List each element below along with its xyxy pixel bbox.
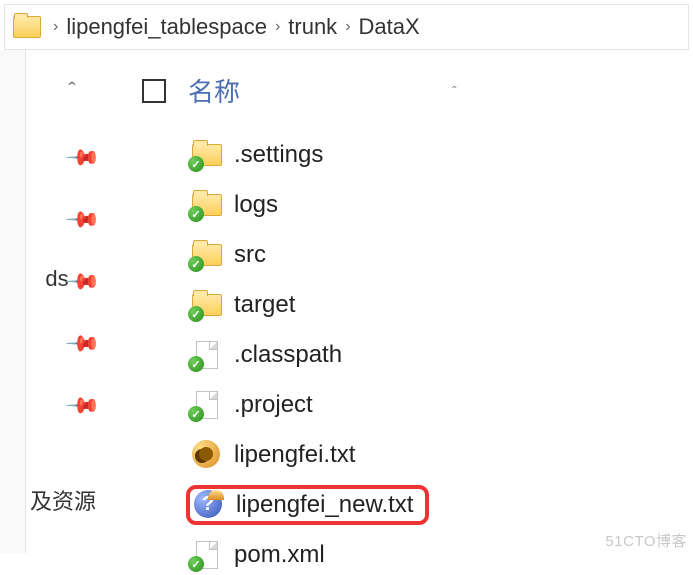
svn-normal-icon — [188, 356, 204, 372]
select-all-checkbox[interactable] — [142, 79, 166, 103]
pin-icon: 📌 — [63, 387, 101, 425]
quick-access-item[interactable]: 📌 — [26, 142, 118, 174]
quick-access-item[interactable]: ds📌 — [26, 266, 118, 298]
sidebar-scrollbar[interactable] — [0, 50, 26, 553]
folder-icon — [192, 292, 222, 318]
list-item[interactable]: .project — [186, 385, 693, 425]
pin-icon: 📌 — [63, 139, 101, 177]
watermark: 51CTO博客 — [605, 530, 687, 551]
svn-unversioned-icon — [194, 492, 224, 518]
svn-normal-icon — [188, 156, 204, 172]
svn-normal-icon — [188, 556, 204, 572]
file-icon — [192, 392, 222, 418]
svn-normal-icon — [188, 206, 204, 222]
svn-modified-icon — [192, 442, 222, 468]
folder-icon — [192, 192, 222, 218]
list-item-highlighted[interactable]: lipengfei_new.txt — [186, 485, 429, 525]
quick-access-label: 及资源 — [30, 484, 96, 516]
folder-icon — [192, 242, 222, 268]
pin-icon: 📌 — [63, 325, 101, 363]
svn-normal-icon — [188, 256, 204, 272]
column-header-row: 名称 ˆ — [142, 72, 693, 109]
file-name: .classpath — [234, 341, 342, 369]
svn-normal-icon — [188, 406, 204, 422]
quick-access-item[interactable]: 📌 — [26, 204, 118, 236]
svn-normal-icon — [188, 306, 204, 322]
file-name: lipengfei.txt — [234, 441, 355, 469]
folder-icon — [192, 142, 222, 168]
file-name: logs — [234, 191, 278, 219]
file-pane: 名称 ˆ .settings logs src target — [118, 50, 693, 553]
file-list: .settings logs src target .classpath .pr — [186, 135, 693, 575]
breadcrumb-item[interactable]: DataX — [359, 14, 420, 40]
chevron-right-icon: › — [345, 18, 350, 36]
list-item[interactable]: .settings — [186, 135, 693, 175]
breadcrumb-item[interactable]: trunk — [288, 14, 337, 40]
file-icon — [192, 542, 222, 568]
breadcrumb[interactable]: › lipengfei_tablespace › trunk › DataX — [4, 4, 689, 50]
pin-icon: 📌 — [63, 201, 101, 239]
list-item[interactable]: lipengfei.txt — [186, 435, 693, 475]
chevron-up-icon[interactable]: ˆ — [68, 78, 75, 104]
layout: ˆ 📌 📌 ds📌 📌 📌 及资源 名称 ˆ .settings logs sr — [0, 50, 693, 553]
list-item[interactable]: logs — [186, 185, 693, 225]
list-item[interactable]: .classpath — [186, 335, 693, 375]
file-name: .settings — [234, 141, 323, 169]
list-item[interactable]: target — [186, 285, 693, 325]
breadcrumb-item[interactable]: lipengfei_tablespace — [66, 14, 267, 40]
file-name: .project — [234, 391, 313, 419]
column-header-name[interactable]: 名称 — [188, 72, 240, 109]
file-name: target — [234, 291, 295, 319]
chevron-right-icon: › — [53, 18, 58, 36]
list-item[interactable]: src — [186, 235, 693, 275]
file-name: pom.xml — [234, 541, 325, 569]
quick-access-item[interactable]: 及资源 — [26, 484, 118, 516]
file-icon — [192, 342, 222, 368]
file-name: lipengfei_new.txt — [236, 491, 413, 519]
quick-access-item[interactable]: 📌 — [26, 328, 118, 360]
file-name: src — [234, 241, 266, 269]
chevron-right-icon: › — [275, 18, 280, 36]
quick-access-item[interactable]: 📌 — [26, 390, 118, 422]
pin-icon: 📌 — [63, 263, 101, 301]
folder-icon — [13, 16, 41, 38]
quick-access-column: ˆ 📌 📌 ds📌 📌 📌 及资源 — [26, 50, 118, 553]
sort-indicator-icon[interactable]: ˆ — [452, 83, 457, 99]
